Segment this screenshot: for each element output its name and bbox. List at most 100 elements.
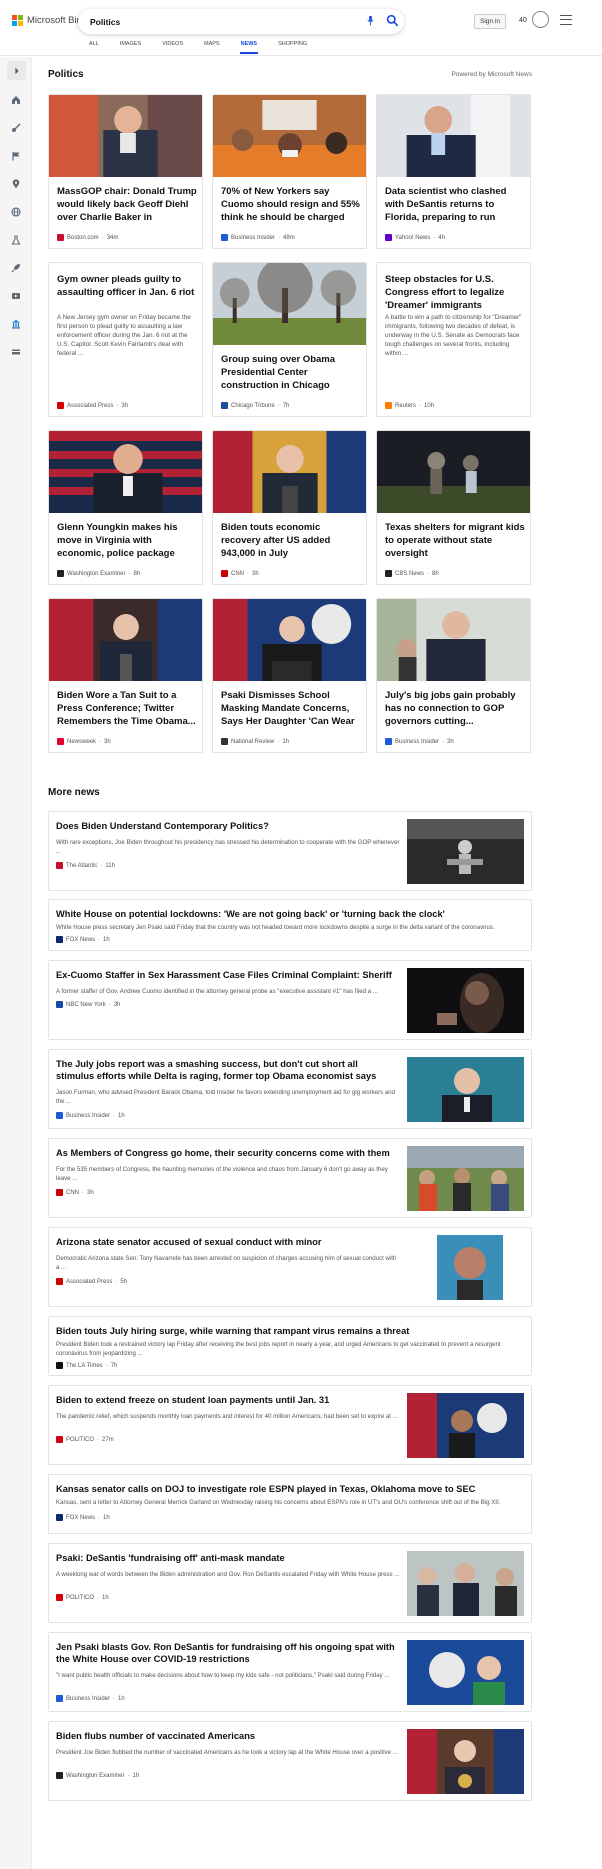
- search-input[interactable]: [90, 14, 330, 29]
- news-card[interactable]: July's big jobs gain probably has no con…: [376, 598, 531, 753]
- more-news-item[interactable]: Biden to extend freeze on student loan p…: [48, 1385, 532, 1465]
- more-news-description: President Joe Biden flubbed the number o…: [56, 1749, 398, 1756]
- source-logo-icon: [385, 234, 392, 241]
- more-news-item[interactable]: Biden touts July hiring surge, while war…: [48, 1316, 532, 1376]
- microsoft-logo-icon: [12, 15, 23, 26]
- news-card-title: Biden touts economic recovery after US a…: [221, 522, 331, 559]
- news-card-title: MassGOP chair: Donald Trump would likely…: [57, 186, 197, 223]
- tab-images[interactable]: IMAGES: [120, 39, 141, 54]
- source-logo-icon: [221, 570, 228, 577]
- sign-in-button[interactable]: Sign in: [474, 14, 506, 29]
- home-icon: [12, 96, 20, 104]
- more-news-headline: The July jobs report was a smashing succ…: [56, 1059, 377, 1081]
- rewards-medal-icon[interactable]: [532, 11, 549, 28]
- news-card-source: Business Insider · 3h: [385, 738, 454, 745]
- more-news-description: White House press secretary Jen Psaki sa…: [56, 924, 495, 931]
- more-news-item[interactable]: Ex-Cuomo Staffer in Sex Harassment Case …: [48, 960, 532, 1040]
- news-card-source: Associated Press · 3h: [57, 402, 128, 409]
- news-card-source: Washington Examiner · 8h: [57, 570, 140, 577]
- tab-videos[interactable]: VIDEOS: [162, 39, 183, 54]
- source-logo-icon: [221, 402, 228, 409]
- more-news-headline: Biden flubs number of vaccinated America…: [56, 1731, 256, 1741]
- source-logo-icon: [385, 402, 392, 409]
- news-card-image: [213, 431, 366, 513]
- source-logo-icon: [56, 862, 63, 869]
- more-news-headline: Kansas senator calls on DOJ to investiga…: [56, 1484, 476, 1494]
- news-card-image: [377, 95, 530, 177]
- bank-icon: [12, 320, 20, 329]
- news-card[interactable]: Data scientist who clashed with DeSantis…: [376, 94, 531, 249]
- more-news-source: Associated Press · 5h: [56, 1278, 127, 1285]
- rail-world[interactable]: [10, 206, 22, 218]
- tab-shopping[interactable]: SHOPPING: [278, 39, 307, 54]
- news-card-description: A battle to win a path to citizenship fo…: [385, 314, 522, 357]
- rail-expand-button[interactable]: [7, 61, 26, 80]
- more-news-description: A former staffer of Gov. Andrew Cuomo id…: [56, 988, 378, 995]
- more-news-item[interactable]: Biden flubs number of vaccinated America…: [48, 1721, 532, 1801]
- news-card-description: A New Jersey gym owner on Friday became …: [57, 314, 191, 357]
- source-logo-icon: [385, 738, 392, 745]
- news-card[interactable]: 70% of New Yorkers say Cuomo should resi…: [212, 94, 367, 249]
- more-news-item[interactable]: Jen Psaki blasts Gov. Ron DeSantis for f…: [48, 1632, 532, 1712]
- more-news-item[interactable]: Psaki: DeSantis 'fundraising off' anti-m…: [48, 1543, 532, 1623]
- more-news-headline: Arizona state senator accused of sexual …: [56, 1237, 322, 1247]
- source-logo-icon: [56, 1189, 63, 1196]
- news-card[interactable]: Texas shelters for migrant kids to opera…: [376, 430, 531, 585]
- more-news-item[interactable]: Does Biden Understand Contemporary Polit…: [48, 811, 532, 891]
- more-news-source: POLITICO · 1h: [56, 1594, 109, 1601]
- news-card[interactable]: Gym owner pleads guilty to assaulting of…: [48, 262, 203, 417]
- rail-local[interactable]: [10, 178, 22, 190]
- more-news-item[interactable]: Kansas senator calls on DOJ to investiga…: [48, 1474, 532, 1534]
- rail-home[interactable]: [10, 94, 22, 106]
- powered-by-label: Powered by Microsoft News: [451, 71, 532, 78]
- search-box[interactable]: [78, 9, 404, 34]
- more-news-thumbnail: [407, 1146, 524, 1211]
- tab-maps[interactable]: MAPS: [204, 39, 220, 54]
- more-news-description: Kansas, sent a letter to Attorney Genera…: [56, 1499, 501, 1506]
- news-card[interactable]: Steep obstacles for U.S. Congress effort…: [376, 262, 531, 417]
- rail-sports[interactable]: [10, 122, 22, 134]
- more-news-headline: Jen Psaki blasts Gov. Ron DeSantis for f…: [56, 1642, 395, 1664]
- tab-all[interactable]: ALL: [89, 39, 99, 54]
- more-news-description: For the 535 members of Congress, the hau…: [56, 1166, 388, 1182]
- more-news-item[interactable]: As Members of Congress go home, their se…: [48, 1138, 532, 1218]
- bing-logo[interactable]: Microsoft Bing: [12, 15, 87, 26]
- more-news-source: Business Insider · 1h: [56, 1112, 125, 1119]
- microphone-icon[interactable]: [367, 15, 374, 26]
- news-card[interactable]: Biden Wore a Tan Suit to a Press Confere…: [48, 598, 203, 753]
- source-logo-icon: [221, 738, 228, 745]
- rail-money[interactable]: [10, 346, 22, 358]
- rail-technology[interactable]: [10, 262, 22, 274]
- rail-politics[interactable]: [10, 318, 22, 330]
- news-card[interactable]: Biden touts economic recovery after US a…: [212, 430, 367, 585]
- more-news-thumbnail: [407, 1057, 524, 1122]
- more-news-item[interactable]: The July jobs report was a smashing succ…: [48, 1049, 532, 1129]
- more-news-source: The Atlantic · 11h: [56, 862, 115, 869]
- section-title: Politics: [48, 69, 84, 80]
- search-icon[interactable]: [386, 14, 399, 27]
- more-news-description: Democratic Arizona state Sen. Tony Navar…: [56, 1255, 397, 1271]
- more-news-item[interactable]: Arizona state senator accused of sexual …: [48, 1227, 532, 1307]
- source-logo-icon: [56, 1436, 63, 1443]
- news-card-title: Glenn Youngkin makes his move in Virgini…: [57, 522, 178, 559]
- more-news-source: Business Insider · 1h: [56, 1695, 125, 1702]
- news-card[interactable]: Glenn Youngkin makes his move in Virgini…: [48, 430, 203, 585]
- more-news-description: Jason Furman, who advised President Bara…: [56, 1089, 396, 1105]
- news-card[interactable]: MassGOP chair: Donald Trump would likely…: [48, 94, 203, 249]
- rail-entertainment[interactable]: [10, 290, 22, 302]
- hamburger-menu-icon[interactable]: [560, 15, 572, 25]
- rail-science[interactable]: [10, 234, 22, 246]
- rail-us[interactable]: [10, 150, 22, 162]
- news-card-title: Psaki Dismisses School Masking Mandate C…: [221, 690, 355, 727]
- more-news-item[interactable]: White House on potential lockdowns: 'We …: [48, 899, 532, 951]
- news-card[interactable]: Psaki Dismisses School Masking Mandate C…: [212, 598, 367, 753]
- more-news-title: More news: [48, 787, 100, 798]
- more-news-headline: Ex-Cuomo Staffer in Sex Harassment Case …: [56, 970, 392, 980]
- money-icon: [12, 349, 20, 355]
- more-news-thumbnail: [407, 968, 524, 1033]
- source-logo-icon: [56, 1362, 63, 1369]
- rewards-points[interactable]: 40: [519, 17, 527, 24]
- news-card[interactable]: Group suing over Obama Presidential Cent…: [212, 262, 367, 417]
- tab-news[interactable]: NEWS: [239, 39, 258, 54]
- news-card-source: Boston.com · 34m: [57, 234, 118, 241]
